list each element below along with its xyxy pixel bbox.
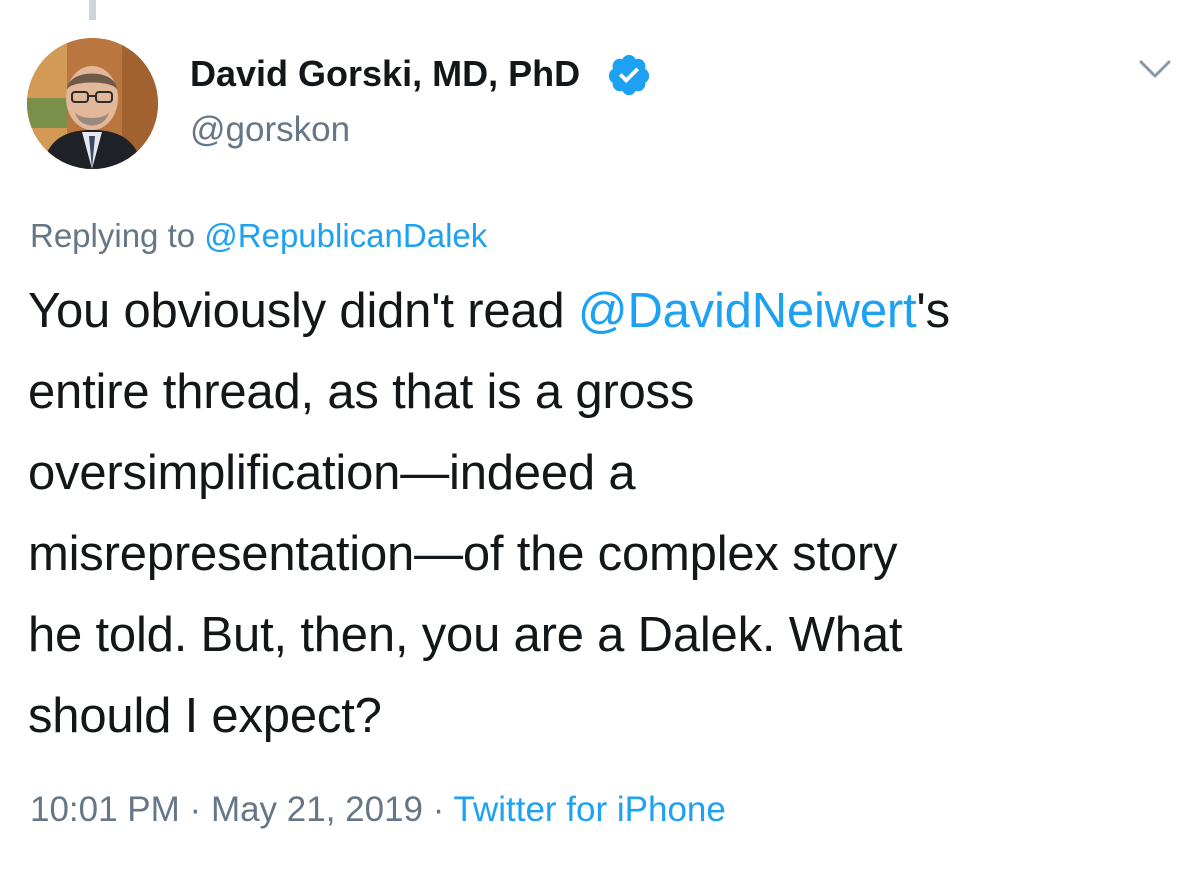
replying-to-label: Replying to xyxy=(30,217,205,254)
tweet-text-line: should I expect? xyxy=(28,689,382,743)
tweet-text-segment: You obviously didn't read xyxy=(28,284,578,338)
tweet-text: You obviously didn't read @DavidNeiwert'… xyxy=(28,271,1188,757)
thread-connector-line xyxy=(89,0,96,20)
author-handle[interactable]: @gorskon xyxy=(190,108,350,152)
avatar-image xyxy=(27,38,158,169)
verified-badge-icon xyxy=(608,54,650,96)
replying-to-line: Replying to @RepublicanDalek xyxy=(30,214,487,258)
tweet-text-line: misrepresentation—of the complex story xyxy=(28,527,898,581)
tweet-date[interactable]: May 21, 2019 xyxy=(211,790,423,829)
tweet-meta: 10:01 PM · May 21, 2019 · Twitter for iP… xyxy=(30,787,726,833)
mention-link[interactable]: @DavidNeiwert xyxy=(578,284,917,338)
tweet-text-line: he told. But, then, you are a Dalek. Wha… xyxy=(28,608,903,662)
reply-to-handle-link[interactable]: @RepublicanDalek xyxy=(204,217,487,254)
author-display-name[interactable]: David Gorski, MD, PhD xyxy=(190,52,580,96)
tweet-text-line: entire thread, as that is a gross xyxy=(28,365,695,419)
tweet-time[interactable]: 10:01 PM xyxy=(30,790,180,829)
meta-separator: · xyxy=(189,790,202,829)
avatar[interactable] xyxy=(27,38,158,169)
tweet-text-segment: 's xyxy=(916,284,950,338)
tweet-text-line: oversimplification—indeed a xyxy=(28,446,636,500)
meta-separator: · xyxy=(432,790,445,829)
chevron-down-icon[interactable] xyxy=(1138,55,1172,83)
tweet-source-link[interactable]: Twitter for iPhone xyxy=(454,790,726,829)
tweet-text-line: You obviously didn't read @DavidNeiwert'… xyxy=(28,271,1188,352)
